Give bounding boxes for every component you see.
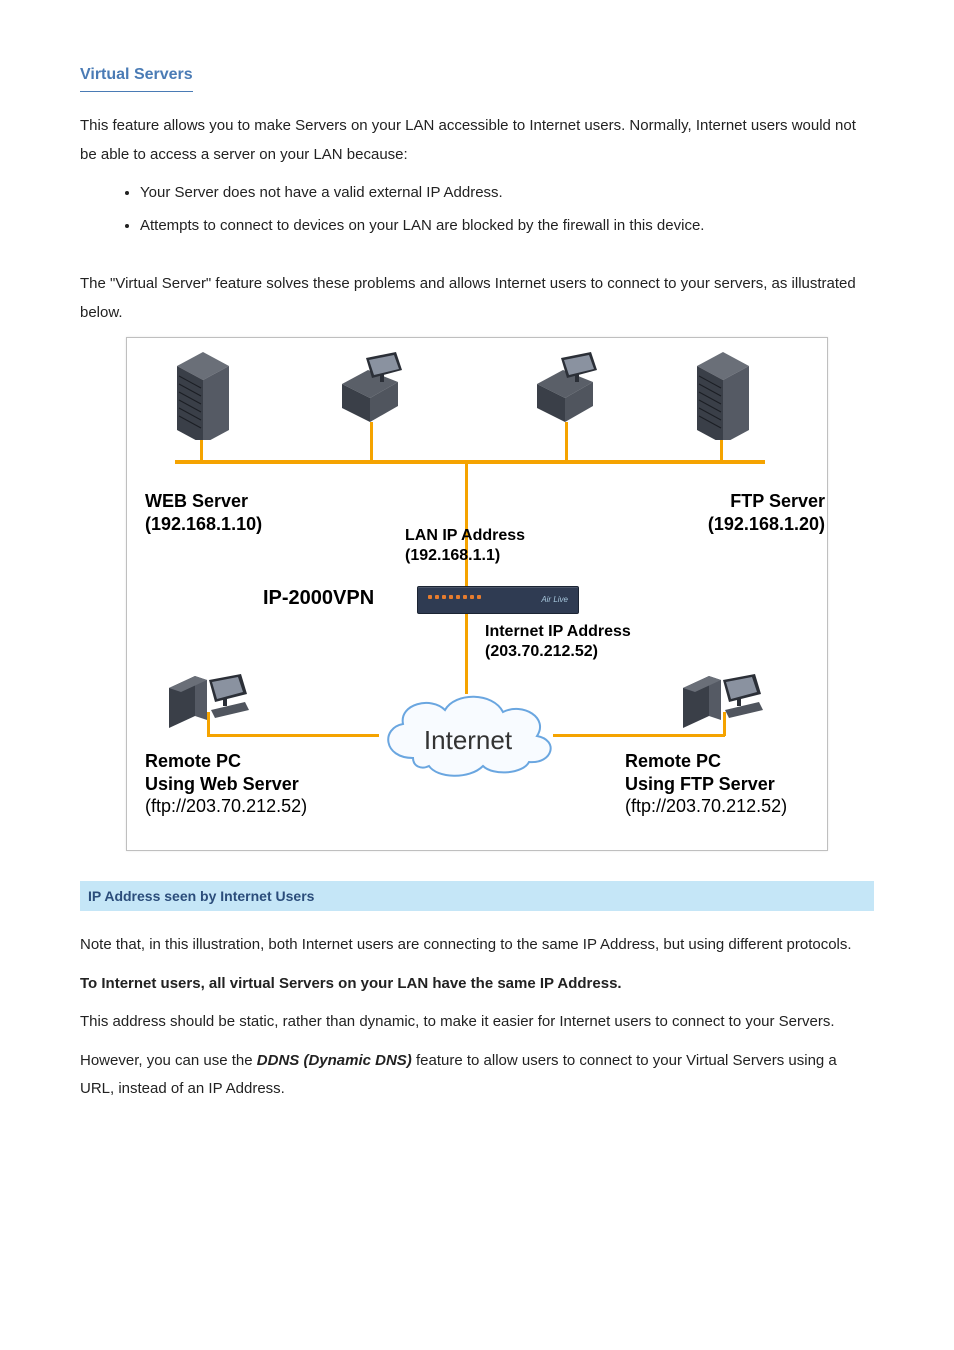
internet-cloud-label: Internet: [373, 716, 563, 765]
label-text: (ftp://203.70.212.52): [625, 796, 787, 816]
label-text: LAN IP Address: [405, 527, 525, 544]
label-text: Using FTP Server: [625, 774, 775, 794]
paragraph: However, you can use the DDNS (Dynamic D…: [80, 1047, 874, 1104]
virtual-server-figure: WEB Server (192.168.1.10) FTP Server (19…: [126, 337, 828, 851]
internet-cloud-icon: Internet: [373, 688, 563, 778]
paragraph: The "Virtual Server" feature solves thes…: [80, 270, 874, 327]
remote-pc-icon: [681, 670, 766, 741]
ddns-emphasis: DDNS (Dynamic DNS): [257, 1052, 412, 1069]
router-to-internet-line: [465, 612, 468, 694]
label-text: (203.70.212.52): [485, 643, 598, 660]
web-server-label: WEB Server (192.168.1.10): [145, 490, 295, 535]
label-text: (192.168.1.1): [405, 547, 500, 564]
remote-pc-icon: [167, 670, 252, 741]
router-icon: Air Live: [417, 586, 579, 614]
intro-paragraph: This feature allows you to make Servers …: [80, 112, 874, 169]
lan-ip-label: LAN IP Address (192.168.1.1): [405, 526, 525, 566]
remote-right-label: Remote PC Using FTP Server (ftp://203.70…: [625, 750, 787, 818]
reason-list: Your Server does not have a valid extern…: [140, 179, 874, 240]
label-text: Internet IP Address: [485, 623, 631, 640]
workstation-icon: [535, 352, 605, 433]
web-server-icon: [173, 352, 233, 451]
lan-to-router-line: [465, 460, 468, 588]
ip-seen-band: IP Address seen by Internet Users: [80, 881, 874, 911]
band-title: IP Address seen by Internet Users: [88, 883, 314, 910]
paragraph: Note that, in this illustration, both In…: [80, 931, 874, 960]
label-text: (192.168.1.20): [708, 514, 825, 534]
label-text: Remote PC: [625, 751, 721, 771]
emphasis-paragraph: To Internet users, all virtual Servers o…: [80, 970, 874, 999]
internet-ip-label: Internet IP Address (203.70.212.52): [485, 622, 631, 662]
label-text: Using Web Server: [145, 774, 299, 794]
label-text: Remote PC: [145, 751, 241, 771]
label-text: IP-2000VPN: [263, 587, 374, 609]
label-text: (192.168.1.10): [145, 514, 262, 534]
device-label: IP-2000VPN: [263, 586, 374, 611]
list-item: Your Server does not have a valid extern…: [140, 179, 874, 208]
ftp-server-icon: [693, 352, 753, 451]
paragraph: This address should be static, rather th…: [80, 1008, 874, 1037]
list-item: Attempts to connect to devices on your L…: [140, 212, 874, 241]
label-text: WEB Server: [145, 491, 248, 511]
workstation-icon: [340, 352, 410, 433]
section-title: Virtual Servers: [80, 60, 193, 92]
label-text: (ftp://203.70.212.52): [145, 796, 307, 816]
emphasis-text: To Internet users, all virtual Servers o…: [80, 975, 622, 992]
label-text: FTP Server: [730, 491, 825, 511]
remote-left-label: Remote PC Using Web Server (ftp://203.70…: [145, 750, 307, 818]
text-fragment: However, you can use the: [80, 1052, 257, 1069]
ftp-server-label: FTP Server (192.168.1.20): [665, 490, 825, 535]
lan-bus-line: [175, 460, 765, 464]
